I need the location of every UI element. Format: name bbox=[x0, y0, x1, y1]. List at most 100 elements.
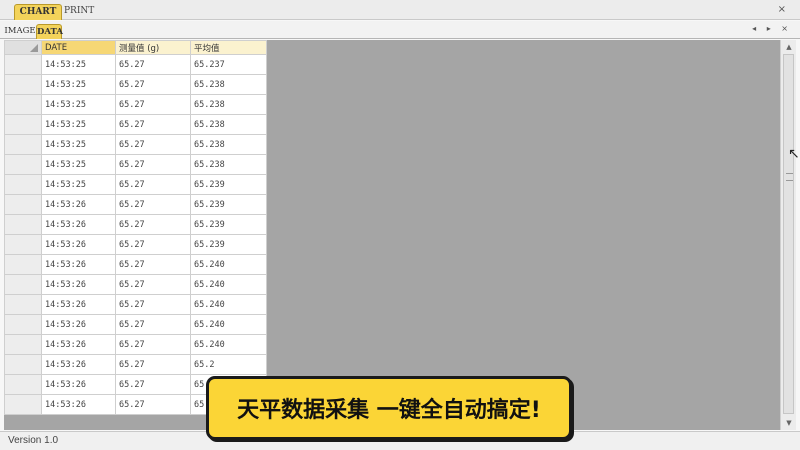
table-row[interactable]: 14:53:26 65.27 65.240 bbox=[4, 254, 267, 275]
cell-date[interactable]: 14:53:26 bbox=[41, 234, 116, 255]
table-row[interactable]: 14:53:25 65.27 65.238 bbox=[4, 114, 267, 135]
cell-average[interactable]: 65.240 bbox=[190, 334, 267, 355]
cell-date[interactable]: 14:53:26 bbox=[41, 274, 116, 295]
cell-date[interactable]: 14:53:26 bbox=[41, 294, 116, 315]
table-row[interactable]: 14:53:25 65.27 65.238 bbox=[4, 134, 267, 155]
table-row[interactable]: 14:53:26 65.27 65.240 bbox=[4, 334, 267, 355]
cell-date[interactable]: 14:53:26 bbox=[41, 354, 116, 375]
cell-date[interactable]: 14:53:26 bbox=[41, 194, 116, 215]
cell-measured[interactable]: 65.27 bbox=[115, 374, 191, 395]
cell-average[interactable]: 65.239 bbox=[190, 214, 267, 235]
cell-measured[interactable]: 65.27 bbox=[115, 274, 191, 295]
cell-average[interactable]: 65.238 bbox=[190, 134, 267, 155]
close-icon[interactable]: × bbox=[778, 4, 786, 15]
cell-average[interactable]: 65.238 bbox=[190, 94, 267, 115]
row-header[interactable] bbox=[4, 74, 42, 95]
table-row[interactable]: 14:53:26 65.27 65.240 bbox=[4, 294, 267, 315]
column-header-average[interactable]: 平均值 bbox=[190, 40, 267, 55]
tab-print[interactable]: PRINT bbox=[64, 4, 94, 20]
cell-measured[interactable]: 65.27 bbox=[115, 214, 191, 235]
cell-measured[interactable]: 65.27 bbox=[115, 394, 191, 415]
cell-date[interactable]: 14:53:25 bbox=[41, 94, 116, 115]
cell-average[interactable]: 65.2 bbox=[190, 354, 267, 375]
cell-measured[interactable]: 65.27 bbox=[115, 74, 191, 95]
cell-date[interactable]: 14:53:25 bbox=[41, 174, 116, 195]
cell-date[interactable]: 14:53:26 bbox=[41, 334, 116, 355]
row-header[interactable] bbox=[4, 374, 42, 395]
table-row[interactable]: 14:53:25 65.27 65.239 bbox=[4, 174, 267, 195]
row-header[interactable] bbox=[4, 254, 42, 275]
row-header[interactable] bbox=[4, 354, 42, 375]
cell-average[interactable]: 65.240 bbox=[190, 274, 267, 295]
tab-chart[interactable]: CHART bbox=[14, 4, 62, 20]
cell-measured[interactable]: 65.27 bbox=[115, 334, 191, 355]
cell-date[interactable]: 14:53:26 bbox=[41, 394, 116, 415]
tab-nav-controls[interactable]: ◂ ▸ × bbox=[752, 24, 792, 33]
cell-measured[interactable]: 65.27 bbox=[115, 234, 191, 255]
table-row[interactable]: 14:53:26 65.27 65.240 bbox=[4, 274, 267, 295]
row-header[interactable] bbox=[4, 174, 42, 195]
row-header[interactable] bbox=[4, 154, 42, 175]
table-row[interactable]: 14:53:25 65.27 65.238 bbox=[4, 74, 267, 95]
cell-measured[interactable]: 65.27 bbox=[115, 314, 191, 335]
up-arrow-icon[interactable]: ▲ bbox=[781, 40, 797, 54]
cell-measured[interactable]: 65.27 bbox=[115, 114, 191, 135]
column-header-measured[interactable]: 测量值 (g) bbox=[115, 40, 191, 55]
cell-date[interactable]: 14:53:26 bbox=[41, 254, 116, 275]
cell-date[interactable]: 14:53:25 bbox=[41, 134, 116, 155]
row-header[interactable] bbox=[4, 274, 42, 295]
cell-measured[interactable]: 65.27 bbox=[115, 354, 191, 375]
cell-date[interactable]: 14:53:25 bbox=[41, 114, 116, 135]
cell-date[interactable]: 14:53:26 bbox=[41, 314, 116, 335]
cell-measured[interactable]: 65.27 bbox=[115, 94, 191, 115]
cell-average[interactable]: 65.240 bbox=[190, 294, 267, 315]
row-header[interactable] bbox=[4, 394, 42, 415]
table-row[interactable]: 14:53:25 65.27 65.238 bbox=[4, 94, 267, 115]
cell-measured[interactable]: 65.27 bbox=[115, 294, 191, 315]
cell-average[interactable]: 65.238 bbox=[190, 74, 267, 95]
cell-date[interactable]: 14:53:26 bbox=[41, 214, 116, 235]
vertical-scrollbar[interactable]: ▲ ▼ bbox=[780, 40, 796, 430]
row-header[interactable] bbox=[4, 334, 42, 355]
cell-average[interactable]: 65.238 bbox=[190, 114, 267, 135]
scroll-thumb[interactable] bbox=[783, 54, 794, 414]
cell-date[interactable]: 14:53:26 bbox=[41, 374, 116, 395]
row-header[interactable] bbox=[4, 214, 42, 235]
cell-average[interactable]: 65.238 bbox=[190, 154, 267, 175]
row-header[interactable] bbox=[4, 194, 42, 215]
cell-average[interactable]: 65.239 bbox=[190, 174, 267, 195]
cell-measured[interactable]: 65.27 bbox=[115, 134, 191, 155]
cell-average[interactable]: 65.239 bbox=[190, 194, 267, 215]
table-row[interactable]: 14:53:26 65.27 65.239 bbox=[4, 214, 267, 235]
table-row[interactable]: 14:53:26 65.27 65.239 bbox=[4, 194, 267, 215]
cell-average[interactable]: 65.239 bbox=[190, 234, 267, 255]
tab-image[interactable]: IMAGE bbox=[4, 24, 36, 39]
table-row[interactable]: 14:53:26 65.27 65.239 bbox=[4, 234, 267, 255]
cell-date[interactable]: 14:53:25 bbox=[41, 154, 116, 175]
cell-measured[interactable]: 65.27 bbox=[115, 254, 191, 275]
row-header[interactable] bbox=[4, 294, 42, 315]
row-header[interactable] bbox=[4, 114, 42, 135]
cell-measured[interactable]: 65.27 bbox=[115, 194, 191, 215]
cell-date[interactable]: 14:53:25 bbox=[41, 54, 116, 75]
select-all-icon[interactable] bbox=[4, 40, 42, 55]
row-header[interactable] bbox=[4, 314, 42, 335]
table-row[interactable]: 14:53:25 65.27 65.237 bbox=[4, 54, 267, 75]
cell-measured[interactable]: 65.27 bbox=[115, 174, 191, 195]
cell-average[interactable]: 65.240 bbox=[190, 254, 267, 275]
cell-average[interactable]: 65.240 bbox=[190, 314, 267, 335]
table-row[interactable]: 14:53:26 65.27 65.2 bbox=[4, 354, 267, 375]
cell-measured[interactable]: 65.27 bbox=[115, 154, 191, 175]
cell-date[interactable]: 14:53:25 bbox=[41, 74, 116, 95]
column-header-date[interactable]: DATE bbox=[41, 40, 116, 55]
row-header[interactable] bbox=[4, 54, 42, 75]
table-row[interactable]: 14:53:26 65.27 65.240 bbox=[4, 314, 267, 335]
cell-measured[interactable]: 65.27 bbox=[115, 54, 191, 75]
tab-data[interactable]: DATA bbox=[36, 24, 63, 39]
row-header[interactable] bbox=[4, 134, 42, 155]
row-header[interactable] bbox=[4, 94, 42, 115]
cell-average[interactable]: 65.237 bbox=[190, 54, 267, 75]
row-header[interactable] bbox=[4, 234, 42, 255]
down-arrow-icon[interactable]: ▼ bbox=[781, 416, 797, 430]
table-row[interactable]: 14:53:25 65.27 65.238 bbox=[4, 154, 267, 175]
